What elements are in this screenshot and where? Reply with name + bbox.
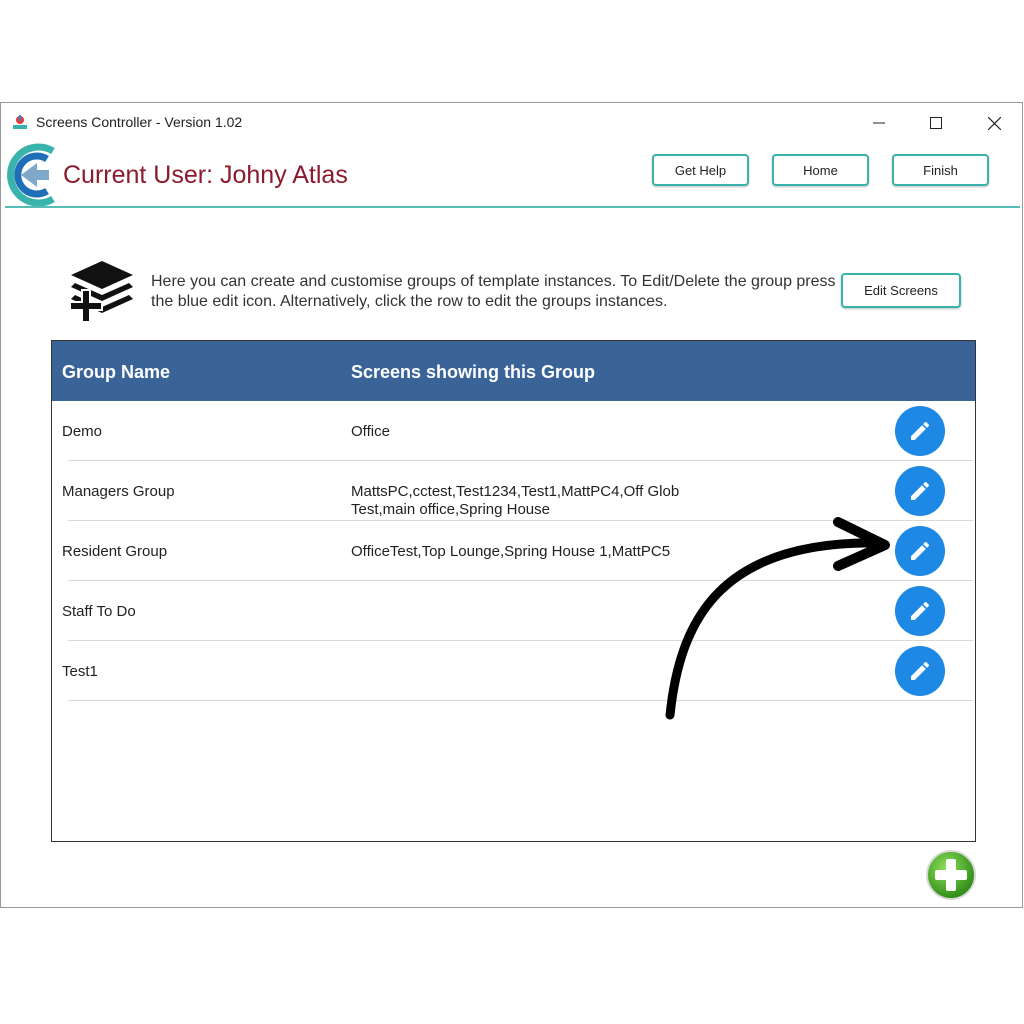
- screens-cell: [351, 603, 721, 637]
- minimize-icon: [873, 122, 885, 124]
- table-row[interactable]: Staff To Do: [52, 581, 975, 641]
- finish-button[interactable]: Finish: [892, 154, 989, 186]
- app-header: Current User: Johny Atlas Get Help Home …: [1, 141, 1022, 211]
- maximize-button[interactable]: [913, 109, 959, 137]
- screens-cell: MattsPC,cctest,Test1234,Test1,MattPC4,Of…: [351, 483, 680, 517]
- group-name-cell: Demo: [62, 423, 103, 440]
- info-text: Here you can create and customise groups…: [151, 273, 836, 310]
- maximize-icon: [930, 117, 942, 129]
- screens-controller-logo: [7, 143, 55, 207]
- screens-cell: Office: [351, 423, 390, 440]
- pencil-icon: [911, 421, 930, 440]
- group-name-cell: Resident Group: [62, 543, 168, 560]
- pencil-icon: [911, 541, 930, 560]
- column-header-screens: Screens showing this Group: [351, 362, 596, 382]
- home-button[interactable]: Home: [772, 154, 869, 186]
- table-row[interactable]: Demo Office: [52, 401, 975, 461]
- get-help-button[interactable]: Get Help: [652, 154, 749, 186]
- edit-group-button[interactable]: [895, 526, 945, 576]
- group-name-cell: Staff To Do: [62, 603, 136, 620]
- app-icon: [13, 115, 27, 129]
- screens-cell: [351, 663, 721, 697]
- edit-screens-button[interactable]: Edit Screens: [841, 273, 961, 308]
- table-row[interactable]: Managers Group MattsPC,cctest,Test1234,T…: [52, 461, 975, 521]
- minimize-button[interactable]: [856, 109, 902, 137]
- close-button[interactable]: [971, 109, 1017, 137]
- row-divider: [68, 700, 973, 701]
- add-group-button[interactable]: [925, 849, 977, 901]
- edit-group-button[interactable]: [895, 646, 945, 696]
- title-bar: Screens Controller - Version 1.02: [1, 103, 1022, 141]
- edit-group-button[interactable]: [895, 406, 945, 456]
- current-user-label: Current User: Johny Atlas: [63, 161, 348, 189]
- close-icon: [987, 116, 1001, 130]
- table-row[interactable]: Resident Group OfficeTest,Top Lounge,Spr…: [52, 521, 975, 581]
- group-name-cell: Test1: [62, 663, 98, 680]
- groups-table: Group Name Screens showing this Group De…: [51, 340, 976, 842]
- screens-cell: OfficeTest,Top Lounge,Spring House 1,Mat…: [351, 543, 671, 560]
- edit-group-button[interactable]: [895, 466, 945, 516]
- pencil-icon: [911, 661, 930, 680]
- layers-add-icon: [69, 261, 133, 323]
- column-header-group-name: Group Name: [62, 362, 171, 382]
- table-row[interactable]: Test1: [52, 641, 975, 701]
- table-header: Group Name Screens showing this Group: [52, 341, 975, 401]
- pencil-icon: [911, 601, 930, 620]
- pencil-icon: [911, 481, 930, 500]
- header-divider: [5, 206, 1020, 208]
- edit-group-button[interactable]: [895, 586, 945, 636]
- window-title: Screens Controller - Version 1.02: [36, 114, 243, 130]
- group-name-cell: Managers Group: [62, 483, 175, 500]
- app-window: Screens Controller - Version 1.02 Curren…: [0, 102, 1023, 908]
